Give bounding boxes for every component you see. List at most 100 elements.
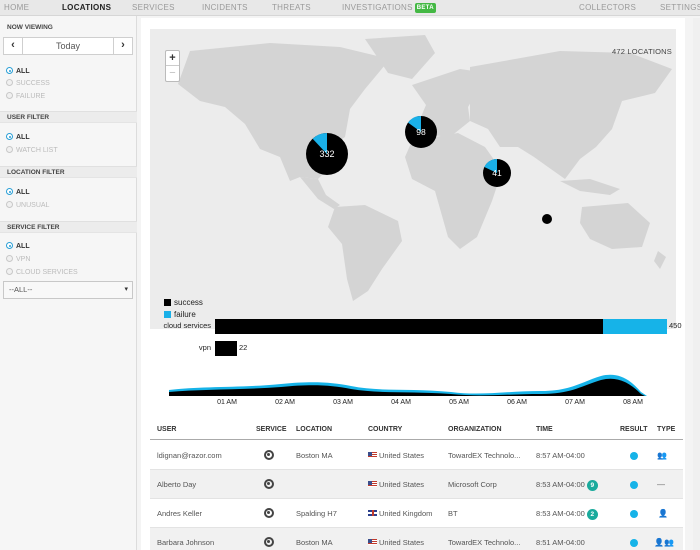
zoom-out-button[interactable]: − — [166, 66, 179, 81]
location-filter-heading: LOCATION FILTER — [0, 166, 137, 178]
radio-icon — [6, 201, 13, 208]
service-filter-vpn[interactable]: VPN — [6, 255, 30, 265]
timeline-tick: 02 AM — [275, 399, 295, 406]
user-icon: 👤 — [658, 509, 668, 518]
cell-organization: Microsoft Corp — [448, 480, 497, 489]
now-viewing-heading: NOW VIEWING — [7, 24, 53, 31]
legend-swatch-success — [164, 299, 171, 306]
cell-service — [264, 441, 274, 470]
nav-incidents[interactable]: INCIDENTS — [202, 0, 248, 16]
location-filter-all[interactable]: ALL — [6, 188, 30, 198]
timeline-tick: 06 AM — [507, 399, 527, 406]
bar-segment-success — [215, 319, 603, 334]
nav-home[interactable]: HOME — [4, 0, 29, 16]
top-nav: HOME LOCATIONS SERVICES INCIDENTS THREAT… — [0, 0, 700, 16]
next-day-button[interactable]: › — [113, 38, 132, 54]
radio-label: ALL — [16, 134, 30, 141]
cluster-success-slice — [542, 214, 552, 224]
col-location[interactable]: LOCATION — [296, 420, 332, 440]
cell-time: 8:53 AM-04:00 2 — [536, 499, 598, 528]
cell-user: ldignan@razor.com — [157, 451, 222, 460]
result-filter-success[interactable]: SUCCESS — [6, 79, 50, 89]
cell-user: Alberto Day — [157, 480, 197, 489]
service-filter-heading: SERVICE FILTER — [0, 221, 137, 233]
table-row[interactable]: Alberto Day United States Microsoft Corp… — [150, 470, 683, 499]
col-result[interactable]: RESULT — [620, 420, 647, 440]
us-flag-icon — [368, 481, 377, 487]
col-country[interactable]: COUNTRY — [368, 420, 402, 440]
user-filter-watch-list[interactable]: WATCH LIST — [6, 146, 58, 156]
country-name: United States — [379, 480, 425, 489]
cell-user: Barbara Johnson — [157, 538, 215, 547]
radio-icon — [6, 268, 13, 275]
time-value: 8:53 AM-04:00 — [536, 480, 585, 489]
service-filter-all[interactable]: ALL — [6, 242, 30, 252]
cell-location: Boston MA — [296, 451, 333, 460]
beta-badge: BETA — [414, 3, 436, 13]
us-flag-icon — [368, 539, 377, 545]
us-flag-icon — [368, 452, 377, 458]
cell-service — [264, 470, 274, 499]
result-failure-icon — [630, 452, 638, 460]
cell-location: Spalding H7 — [296, 509, 337, 518]
cell-time: 8:57 AM-04:00 — [536, 451, 585, 460]
nav-settings[interactable]: SETTINGS — [660, 0, 700, 16]
col-user[interactable]: USER — [157, 420, 176, 440]
table-row[interactable]: Barbara Johnson Boston MA United States … — [150, 528, 683, 550]
map-legend: success failure — [164, 297, 203, 321]
timeline-tick: 03 AM — [333, 399, 353, 406]
event-count-badge[interactable]: 2 — [586, 509, 598, 520]
dash-icon: — — [657, 480, 665, 489]
service-filter-cloud[interactable]: CLOUD SERVICES — [6, 268, 78, 278]
radio-label: SUCCESS — [16, 80, 50, 87]
cell-user: Andres Keller — [157, 509, 203, 518]
world-map[interactable]: 332 98 41 + − 472 LOCATIONS success failur… — [150, 29, 676, 329]
prev-day-button[interactable]: ‹ — [4, 38, 23, 54]
result-filter-failure[interactable]: FAILURE — [6, 92, 45, 102]
radio-label: ALL — [16, 243, 30, 250]
date-label: Today — [55, 41, 81, 51]
nav-locations[interactable]: LOCATIONS — [62, 0, 111, 16]
location-filter-unusual[interactable]: UNUSUAL — [6, 201, 49, 211]
timeline-tick: 01 AM — [217, 399, 237, 406]
result-filter-all[interactable]: ALL — [6, 67, 30, 77]
activity-timeline[interactable] — [161, 370, 666, 398]
nav-investigations-label: INVESTIGATIONS — [342, 3, 413, 12]
map-cluster-north-america[interactable]: 332 — [306, 133, 348, 175]
timeline-tick: 08 AM — [623, 399, 643, 406]
radio-icon — [6, 133, 13, 140]
radio-label: FAILURE — [16, 93, 46, 100]
service-total-vpn: 22 — [239, 343, 248, 352]
table-row[interactable]: Andres Keller Spalding H7 United Kingdom… — [150, 499, 683, 528]
map-cluster-southeast-asia[interactable]: 41 — [483, 159, 511, 187]
service-label-vpn: vpn — [198, 343, 211, 352]
nav-services[interactable]: SERVICES — [132, 0, 175, 16]
col-type[interactable]: TYPE — [657, 420, 675, 440]
bar-segment-failure — [603, 319, 667, 334]
col-time[interactable]: TIME — [536, 420, 553, 440]
service-label-cloud: cloud services — [163, 321, 211, 330]
cell-time: 8:51 AM-04:00 — [536, 538, 585, 547]
legend-label: failure — [174, 310, 196, 319]
radio-label: CLOUD SERVICES — [16, 269, 78, 276]
country-name: United States — [379, 451, 425, 460]
zoom-in-button[interactable]: + — [166, 51, 179, 66]
radio-icon — [6, 79, 13, 86]
col-organization[interactable]: ORGANIZATION — [448, 420, 502, 440]
nav-threats[interactable]: THREATS — [272, 0, 311, 16]
user-filter-all[interactable]: ALL — [6, 133, 30, 143]
radio-label: ALL — [16, 189, 30, 196]
event-count-badge[interactable]: 9 — [586, 480, 598, 491]
nav-investigations[interactable]: INVESTIGATIONS BETA — [342, 0, 436, 16]
page-scrollbar[interactable] — [693, 18, 700, 550]
table-header: USER SERVICE LOCATION COUNTRY ORGANIZATI… — [150, 420, 683, 440]
col-service[interactable]: SERVICE — [256, 420, 287, 440]
nav-collectors[interactable]: COLLECTORS — [579, 0, 636, 16]
table-row[interactable]: ldignan@razor.com Boston MA United State… — [150, 441, 683, 470]
cell-country: United Kingdom — [368, 499, 432, 528]
map-cluster-australia[interactable] — [542, 214, 552, 224]
service-select[interactable]: --ALL-- ▾ — [3, 281, 133, 299]
result-failure-icon — [630, 510, 638, 518]
cell-country: United States — [368, 470, 424, 499]
map-cluster-europe[interactable]: 98 — [405, 116, 437, 148]
